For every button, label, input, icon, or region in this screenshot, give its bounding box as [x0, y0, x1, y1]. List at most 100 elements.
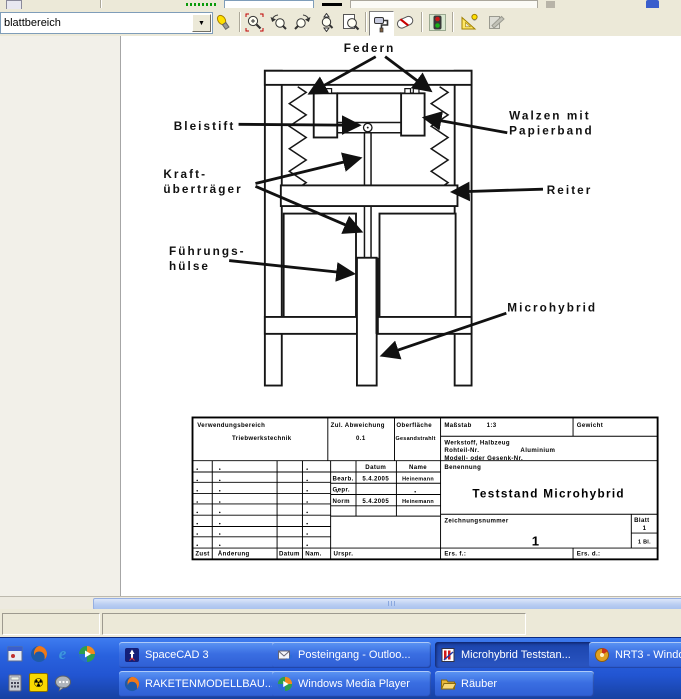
paint-roller-icon [372, 14, 391, 33]
label-fuehrung-2: hülse [169, 260, 210, 273]
application-window: blattbereich ▼ [0, 0, 681, 699]
quicklaunch-radiation-button[interactable]: ☢ [28, 672, 49, 693]
guide-sleeve [357, 258, 377, 386]
chevron-down-icon: ▼ [198, 20, 205, 27]
media-player-icon [78, 645, 96, 663]
verwendungsbereich-value: Triebwerkstechnik [232, 435, 292, 442]
spacecad-icon [124, 647, 140, 663]
taskbar-button-raketenmodellbau[interactable]: RAKETENMODELLBAU... [119, 671, 277, 697]
row-bearb-label: Bearb. [333, 475, 354, 482]
eraser-icon [395, 13, 416, 32]
toolbar-separator [100, 0, 102, 8]
traffic-light-icon [428, 13, 447, 32]
technical-drawing: Federn Bleistift Walzen mit Papierband K… [0, 36, 681, 596]
ers-d-label: Ers. d.: [577, 551, 601, 558]
setsquare-button[interactable] [458, 11, 481, 34]
blatt-label: Blatt [634, 517, 649, 524]
paint-roller-button[interactable] [369, 11, 394, 36]
quicklaunch-messenger-button[interactable] [52, 672, 73, 693]
lamp-icon [214, 13, 233, 32]
status-panel-2 [102, 613, 526, 635]
urspr-label: Urspr. [333, 551, 353, 558]
row-norm-label: Norm [333, 498, 351, 505]
modell-label: Modell- oder Gesenk-Nr. [444, 455, 523, 462]
gewicht-label: Gewicht [577, 422, 603, 429]
taskbar-button-nrt3[interactable]: NRT3 - Windo... [589, 642, 681, 668]
zoom-next-icon [293, 13, 312, 32]
oberflaeche-label: Oberfläche [396, 422, 432, 429]
quicklaunch-ie-button[interactable]: e [52, 643, 73, 664]
plot-disabled-button [486, 11, 509, 34]
folder-icon [440, 676, 456, 692]
taskbar: e ☢ [0, 637, 681, 699]
label-reiter: Reiter [547, 184, 593, 197]
pencil-dot [367, 127, 369, 129]
blatt-value: 1 [643, 525, 647, 532]
taskbar-button-outlook[interactable]: Posteingang - Outloo... [272, 642, 431, 668]
media-file-icon [594, 647, 610, 663]
drawing-canvas[interactable]: Federn Bleistift Walzen mit Papierband K… [0, 36, 681, 596]
traffic-light-button[interactable] [426, 11, 449, 34]
lamp-button[interactable] [212, 11, 235, 34]
ers-f-label: Ers. f.: [444, 551, 466, 558]
quicklaunch-calculator-button[interactable] [4, 672, 25, 693]
werkstoff-value: Aluminium [520, 447, 555, 454]
left-post [265, 71, 282, 386]
teststand-structure [265, 71, 472, 386]
eraser-button[interactable] [394, 11, 417, 34]
taskbar-button-spacecad[interactable]: SpaceCAD 3 [119, 642, 277, 668]
toolbar-partial-strip [0, 0, 681, 9]
partial-icon [546, 1, 555, 8]
zoom-sheet-button[interactable] [339, 11, 362, 34]
sheet-area-combobox[interactable]: blattbereich ▼ [0, 12, 213, 34]
row-bearb-datum: 5.4.2005 [362, 475, 389, 482]
row-bearb-name: Heinemann [402, 476, 434, 482]
zoom-window-button[interactable] [243, 11, 266, 34]
taskbar-button-raeuber[interactable]: Räuber [435, 671, 594, 697]
benennung-label: Benennung [444, 464, 481, 471]
right-inner-box [379, 214, 455, 317]
taskbar-button-mediaplayer[interactable]: Windows Media Player [272, 671, 431, 697]
quicklaunch-mediaplayer-button[interactable] [76, 643, 97, 664]
zeichnungsnummer-label: Zeichnungsnummer [444, 518, 509, 525]
taskbar-button-label: Posteingang - Outloo... [298, 649, 411, 661]
partial-combo [350, 0, 538, 8]
combobox-dropdown-button[interactable]: ▼ [192, 14, 211, 32]
partial-combo [224, 0, 314, 8]
nam-label: Nam. [305, 551, 321, 558]
scrollbar-grip-icon [388, 601, 396, 606]
datum-bottom-label: Datum [279, 551, 300, 558]
outlook-express-icon [277, 647, 293, 663]
zoom-previous-icon [269, 13, 288, 32]
row-gepr-label: Gepr. [333, 487, 350, 494]
calculator-icon [7, 674, 23, 692]
taskbar-button-label: SpaceCAD 3 [145, 649, 209, 661]
label-microhybrid: Microhybrid [507, 301, 597, 314]
zoom-dynamic-button[interactable] [315, 11, 338, 34]
drawing-title: Teststand Microhybrid [472, 487, 625, 500]
massstab-label: Maßstab [444, 422, 471, 429]
left-roller [314, 93, 337, 137]
zoom-next-button[interactable] [291, 11, 314, 34]
label-federn: Federn [344, 42, 396, 55]
quicklaunch-app-button[interactable] [4, 643, 25, 664]
zoom-dynamic-icon [317, 13, 336, 32]
left-inner-box [284, 214, 356, 317]
plot-disabled-icon [487, 13, 508, 32]
horizontal-scrollbar[interactable] [0, 596, 681, 610]
label-walzen-1: Walzen mit [509, 110, 591, 123]
toolbar-separator [452, 12, 454, 32]
combobox-value: blattbereich [1, 17, 192, 29]
taskbar-button-label: NRT3 - Windo... [615, 649, 681, 661]
quicklaunch-firefox-button[interactable] [28, 643, 49, 664]
setsquare-icon [459, 13, 480, 32]
partial-icon [6, 0, 22, 9]
zoom-previous-button[interactable] [267, 11, 290, 34]
zeichnungsnummer-value: 1 [532, 533, 539, 548]
taskbar-button-label: Microhybrid Teststan... [461, 649, 571, 661]
taskbar-button-microhybrid-active[interactable]: Microhybrid Teststan... [435, 642, 594, 668]
zul-abweichung-label: Zul. Abweichung [331, 422, 385, 429]
taskbar-button-label: RAKETENMODELLBAU... [145, 678, 272, 690]
toolbar-separator [365, 12, 367, 32]
label-walzen-2: Papierband [509, 125, 594, 138]
